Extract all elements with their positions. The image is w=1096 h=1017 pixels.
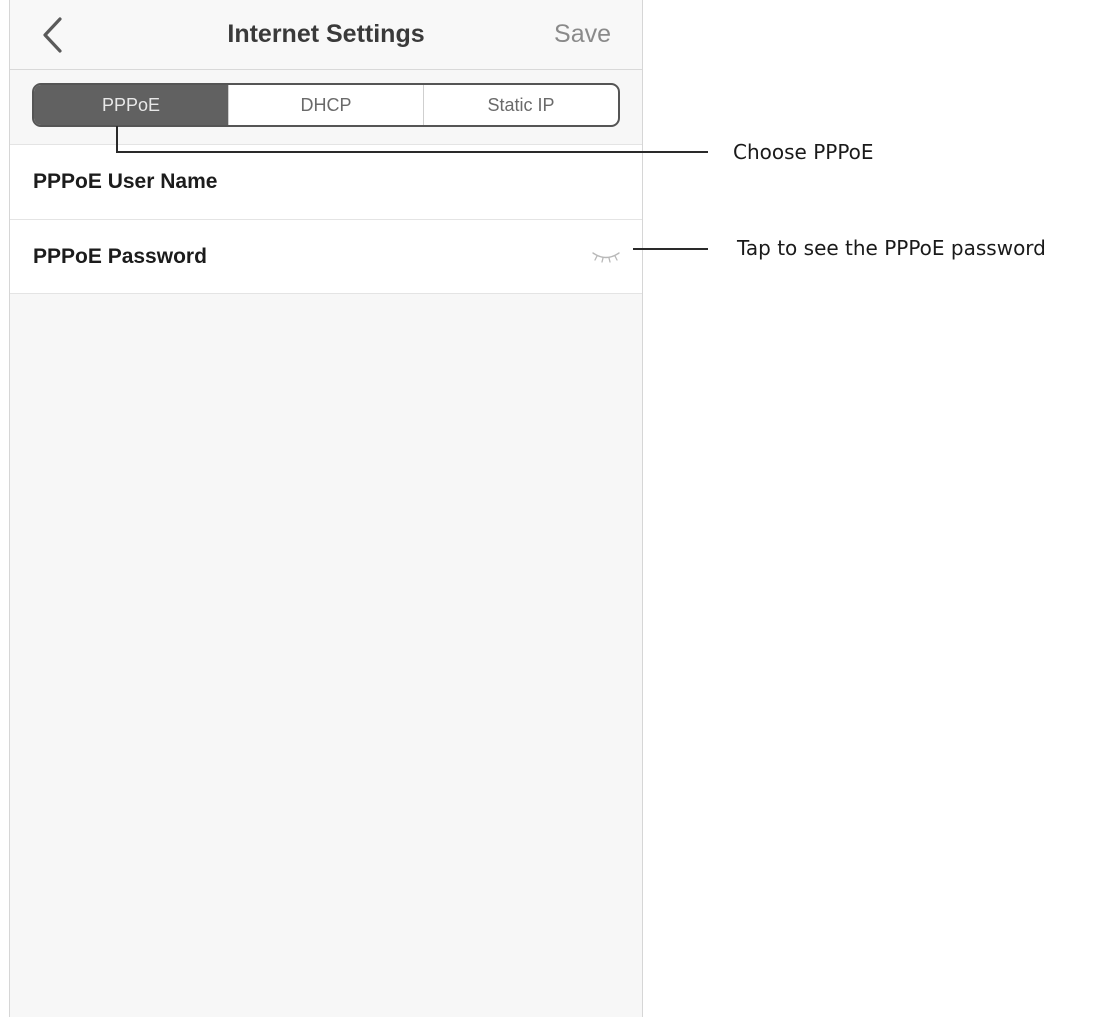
- choose-pppoe-callout-horizontal: [116, 151, 708, 153]
- connection-type-bar: PPPoE DHCP Static IP: [10, 71, 642, 144]
- choose-pppoe-annotation: Choose PPPoE: [733, 140, 874, 164]
- screenshot-stage: Internet Settings Save PPPoE DHCP Static…: [0, 0, 1096, 1017]
- eye-closed-icon: [592, 252, 620, 263]
- page-title: Internet Settings: [227, 20, 425, 48]
- save-button[interactable]: Save: [554, 20, 611, 49]
- tap-to-see-password-annotation: Tap to see the PPPoE password: [737, 236, 1046, 260]
- connection-type-segmented-control: PPPoE DHCP Static IP: [32, 83, 620, 127]
- pppoe-password-label: PPPoE Password: [33, 244, 207, 268]
- pppoe-user-name-label: PPPoE User Name: [33, 170, 218, 193]
- show-password-button[interactable]: [586, 244, 626, 270]
- password-callout-line: [633, 248, 708, 250]
- pppoe-form: PPPoE User Name PPPoE Password: [10, 144, 642, 294]
- pppoe-user-name-field[interactable]: PPPoE User Name: [10, 144, 642, 219]
- tab-pppoe[interactable]: PPPoE: [34, 85, 228, 125]
- navigation-bar: Internet Settings Save: [10, 0, 642, 70]
- choose-pppoe-callout-vertical: [116, 126, 118, 152]
- tab-dhcp[interactable]: DHCP: [228, 85, 423, 125]
- tab-static-ip[interactable]: Static IP: [423, 85, 618, 125]
- pppoe-password-field[interactable]: PPPoE Password: [10, 219, 642, 294]
